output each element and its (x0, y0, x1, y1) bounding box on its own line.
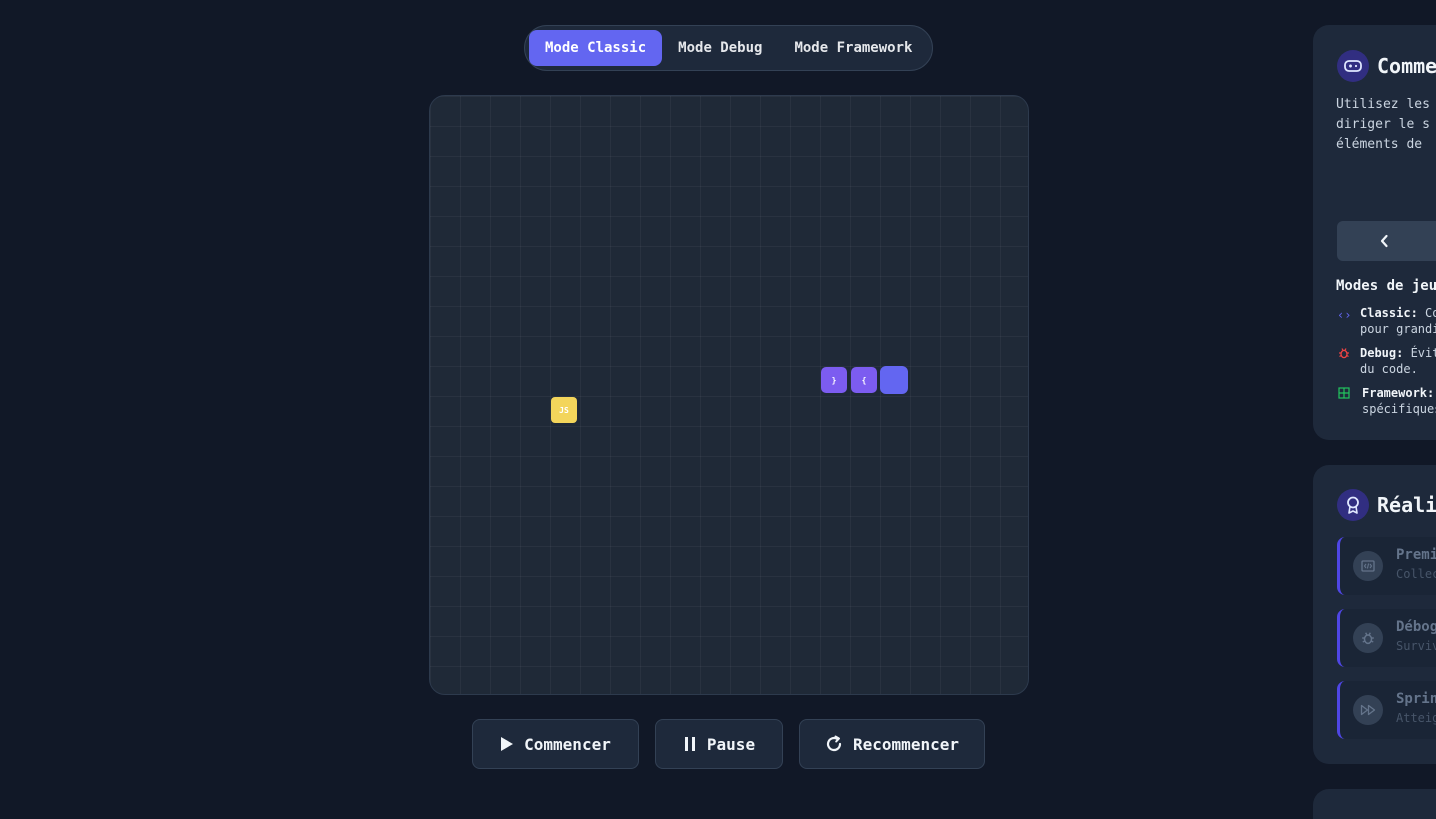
howto-title: Comme (1377, 54, 1436, 78)
restart-button-label: Recommencer (853, 734, 959, 754)
achievement-name: Sprin (1396, 691, 1436, 707)
mode-classic-button[interactable]: Mode Classic (529, 30, 663, 66)
howto-desc-line: éléments de (1336, 137, 1423, 152)
bug-icon (1337, 347, 1351, 363)
mode-info-text: du code. (1360, 362, 1418, 376)
pause-button-label: Pause (706, 734, 756, 754)
mode-info-text: Co (1425, 306, 1436, 320)
bug-icon (1353, 623, 1383, 653)
mode-info-name: Classic: (1360, 306, 1418, 320)
mode-framework-button[interactable]: Mode Framework (778, 30, 928, 66)
achievement-desc: Surviv (1396, 639, 1436, 653)
mode-info-name: Framework: (1362, 386, 1435, 400)
mode-info-name: Debug: (1360, 346, 1404, 360)
achievement-item: Sprin Atteig (1337, 681, 1436, 739)
pause-button[interactable]: Pause (655, 719, 783, 769)
mode-info-text: Évit (1403, 346, 1436, 360)
award-icon (1337, 489, 1369, 521)
gamepad-icon (1337, 50, 1369, 82)
howto-panel: Comme Utilisez les diriger le s éléments… (1313, 25, 1436, 440)
snake-segment: { (851, 367, 877, 393)
modes-title: Modes de jeu (1336, 278, 1436, 294)
food-item: JS (551, 397, 577, 423)
code-icon (1353, 551, 1383, 581)
restart-button[interactable]: Recommencer (799, 719, 985, 769)
play-icon (501, 737, 514, 751)
howto-desc-line: diriger le s (1336, 117, 1430, 132)
achievement-name: Premi (1396, 547, 1436, 563)
start-button[interactable]: Commencer (472, 719, 639, 769)
restart-icon (826, 735, 842, 752)
code-brackets-icon: ‹› (1337, 308, 1352, 322)
howto-desc-line: Utilisez les (1336, 97, 1430, 112)
achievement-item: Premi Collec (1337, 537, 1436, 595)
achievement-name: Débog (1396, 619, 1436, 635)
howto-header: Comme (1337, 50, 1436, 82)
start-button-label: Commencer (524, 734, 611, 754)
pause-icon (684, 737, 695, 751)
previous-button[interactable] (1337, 221, 1436, 261)
achievement-item: Débog Surviv (1337, 609, 1436, 667)
achievement-desc: Atteig (1396, 711, 1436, 725)
grid-icon (1337, 387, 1351, 403)
howto-description: Utilisez les diriger le s éléments de (1336, 95, 1436, 155)
snake-segment: } (821, 367, 847, 393)
achievements-panel: Réali Premi Collec Débog Surviv Sprin At… (1313, 465, 1436, 764)
fast-forward-icon (1353, 695, 1383, 725)
achievements-title: Réali (1377, 493, 1436, 517)
mode-debug-button[interactable]: Mode Debug (662, 30, 778, 66)
stats-panel (1313, 789, 1436, 819)
mode-switcher: Mode Classic Mode Debug Mode Framework (524, 25, 933, 71)
mode-info-text: pour grandi (1360, 322, 1436, 336)
game-board[interactable]: } { JS (429, 95, 1029, 695)
achievements-header: Réali (1337, 489, 1436, 521)
snake-head (880, 366, 908, 394)
mode-info-text: spécifiques (1362, 402, 1436, 416)
chevron-left-icon (1380, 234, 1388, 248)
achievement-desc: Collec (1396, 567, 1436, 581)
